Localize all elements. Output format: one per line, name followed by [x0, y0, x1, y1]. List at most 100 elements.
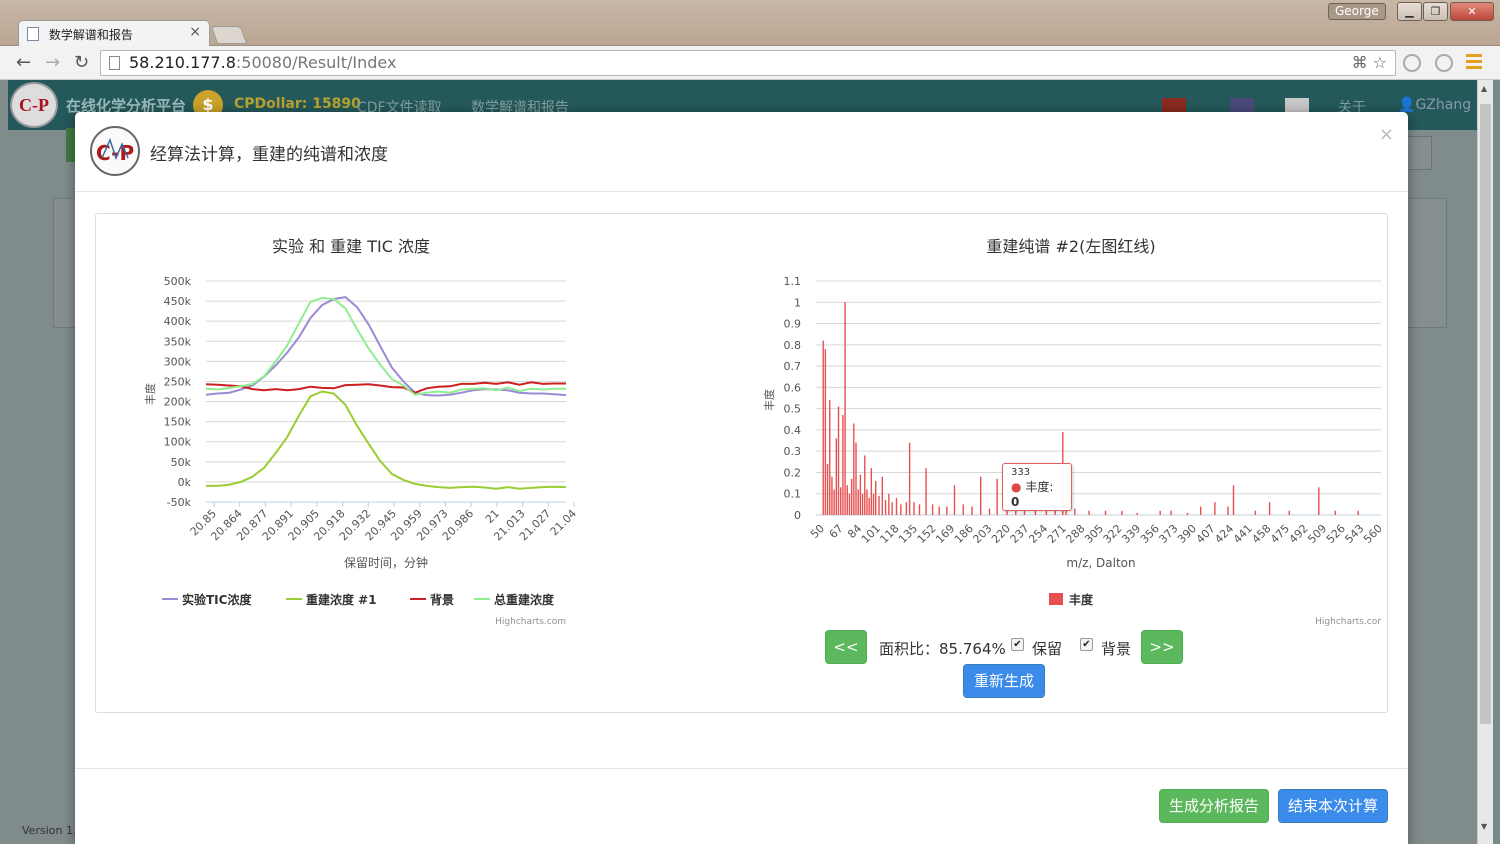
scrollbar-thumb[interactable]	[1480, 104, 1491, 724]
chart1-series-line	[205, 296, 567, 397]
pure-spectrum-chart: 重建纯谱 #2(左图红线) 1.1 1 0.9 0.8 0.7 0.6 0.5 0.4 0.3 0.…	[762, 237, 1381, 627]
minimize-button[interactable]: ▁	[1397, 2, 1422, 21]
modal-title: 经算法计算，重建的纯谱和浓度	[150, 145, 388, 165]
chart2-y-tick: 1.1	[784, 275, 802, 288]
chart1-y-tick: 500k	[164, 275, 192, 288]
browser-menu-icon[interactable]	[1466, 54, 1482, 70]
keep-label: 保留	[1032, 640, 1063, 658]
chart2-bar	[864, 455, 866, 515]
chart2-bar	[888, 493, 890, 515]
chart2-bar	[870, 468, 873, 515]
close-window-button[interactable]: ✕	[1450, 2, 1494, 21]
background-label: 背景	[1101, 640, 1132, 658]
chart1-series-line	[206, 390, 567, 490]
chart2-bar	[931, 504, 934, 515]
chart2-bar	[848, 493, 851, 515]
chart-tooltip: 333 ● 丰度: 0	[1002, 463, 1072, 511]
chart1-y-tick: 250k	[164, 375, 192, 388]
modal-footer: 生成分析报告 结束本次计算	[75, 768, 1408, 844]
chart1-xlabel: 保留时间，分钟	[344, 555, 428, 570]
chart2-y-tick: 0	[794, 509, 801, 522]
chart2-bar	[875, 480, 877, 515]
translate-icon[interactable]: ⌘	[1352, 53, 1368, 72]
chart2-bar	[908, 442, 911, 515]
chart2-bar	[1254, 510, 1257, 515]
browser-toolbar: ← → ↻ 58.210.177.8:50080/Result/Index ⌘ …	[0, 46, 1500, 80]
tab-close-icon[interactable]: ×	[189, 24, 201, 40]
chart2-bar	[1334, 510, 1336, 515]
chart1-y-tick: 350k	[164, 335, 192, 348]
chart2-y-tick: 0.7	[784, 360, 802, 373]
page-scrollbar[interactable]: ▲ ▼	[1477, 80, 1493, 844]
modal-close-icon[interactable]: ×	[1379, 124, 1394, 145]
chart2-bar	[1318, 487, 1320, 515]
scroll-up-icon[interactable]: ▲	[1481, 84, 1487, 93]
nav-username: GZhang	[1415, 97, 1472, 113]
chart2-bar	[971, 506, 973, 515]
chart2-bar	[918, 504, 921, 515]
chart2-bar	[1088, 510, 1090, 515]
chart2-bar	[1170, 510, 1172, 515]
tooltip-label: 丰度	[1025, 480, 1050, 494]
maximize-button[interactable]: ❐	[1423, 2, 1448, 21]
new-tab-button[interactable]	[210, 26, 248, 44]
chart2-legend-item: 丰度	[1069, 592, 1094, 607]
chart2-bar	[861, 493, 864, 515]
chart2-bar	[1199, 506, 1202, 515]
chart2-bar	[857, 489, 859, 515]
site-logo[interactable]: C-P	[10, 82, 58, 128]
chart2-bar	[946, 506, 948, 515]
chart2-bar	[1121, 510, 1123, 515]
chart2-bar	[868, 497, 870, 515]
chart2-y-tick: 0.1	[784, 488, 802, 501]
chart1-x-tick: 21	[483, 507, 502, 526]
chart2-bar	[1034, 510, 1037, 515]
url-host: 58.210.177.8	[129, 53, 236, 72]
chart2-bar	[1232, 485, 1235, 515]
chart1-legend-item: 总重建浓度	[494, 592, 555, 607]
background-checkbox[interactable]: ✔	[1080, 638, 1093, 651]
forward-icon[interactable]: →	[45, 52, 60, 73]
profile-badge[interactable]: George	[1328, 3, 1386, 20]
chart2-y-tick: 0.2	[784, 466, 802, 479]
chart2-y-tick: 0.6	[784, 381, 802, 394]
chart2-bar	[1136, 512, 1138, 515]
modal-header: C-P 经算法计算，重建的纯谱和浓度 ×	[75, 112, 1408, 192]
tic-concentration-chart: 实验 和 重建 TIC 浓度 500k 450k 400k 350k 300k 250k 20…	[143, 237, 579, 627]
back-icon[interactable]: ←	[16, 52, 31, 73]
chart1-y-tick: 450k	[164, 295, 192, 308]
chart1-y-tick: 150k	[164, 416, 192, 429]
keep-checkbox[interactable]: ✔	[1011, 638, 1024, 651]
chart2-bar	[878, 495, 880, 515]
scroll-down-icon[interactable]: ▼	[1481, 822, 1487, 831]
prev-spectrum-button[interactable]: <<	[825, 630, 867, 664]
chart1-y-tick: 50k	[171, 456, 192, 469]
page-icon	[109, 56, 120, 70]
chart2-bar	[839, 487, 842, 515]
chart2-bar	[1357, 510, 1359, 515]
chart2-bar	[853, 423, 855, 515]
chart2-y-tick: 0.9	[784, 318, 802, 331]
chart2-bar	[822, 340, 824, 515]
chart1-y-tick: 200k	[164, 396, 192, 409]
nav-user-menu[interactable]: 👤GZhang ▾	[1398, 97, 1478, 129]
extension-icon[interactable]	[1403, 54, 1421, 72]
browser-tab[interactable]: 数学解谱和报告 ×	[18, 20, 210, 46]
finish-calculation-button[interactable]: 结束本次计算	[1278, 789, 1388, 823]
reload-icon[interactable]: ↻	[74, 52, 89, 73]
next-spectrum-button[interactable]: >>	[1141, 630, 1183, 664]
chart2-bar	[866, 489, 868, 515]
extension-icon-2[interactable]	[1435, 54, 1453, 72]
chart2-bar	[980, 476, 982, 515]
tooltip-x-value: 333	[1011, 467, 1031, 478]
chart1-x-tick: 21.04	[548, 507, 579, 538]
regenerate-button[interactable]: 重新生成	[963, 664, 1045, 698]
generate-report-button[interactable]: 生成分析报告	[1159, 789, 1269, 823]
chart2-bar	[859, 474, 862, 515]
chart2-y-tick: 0.5	[784, 403, 802, 416]
page-favicon-icon	[27, 27, 39, 41]
chart1-y-tick: 0k	[178, 476, 192, 489]
chart2-bar	[884, 500, 887, 515]
address-bar[interactable]: 58.210.177.8:50080/Result/Index ⌘ ☆	[100, 50, 1396, 76]
bookmark-star-icon[interactable]: ☆	[1373, 53, 1387, 72]
